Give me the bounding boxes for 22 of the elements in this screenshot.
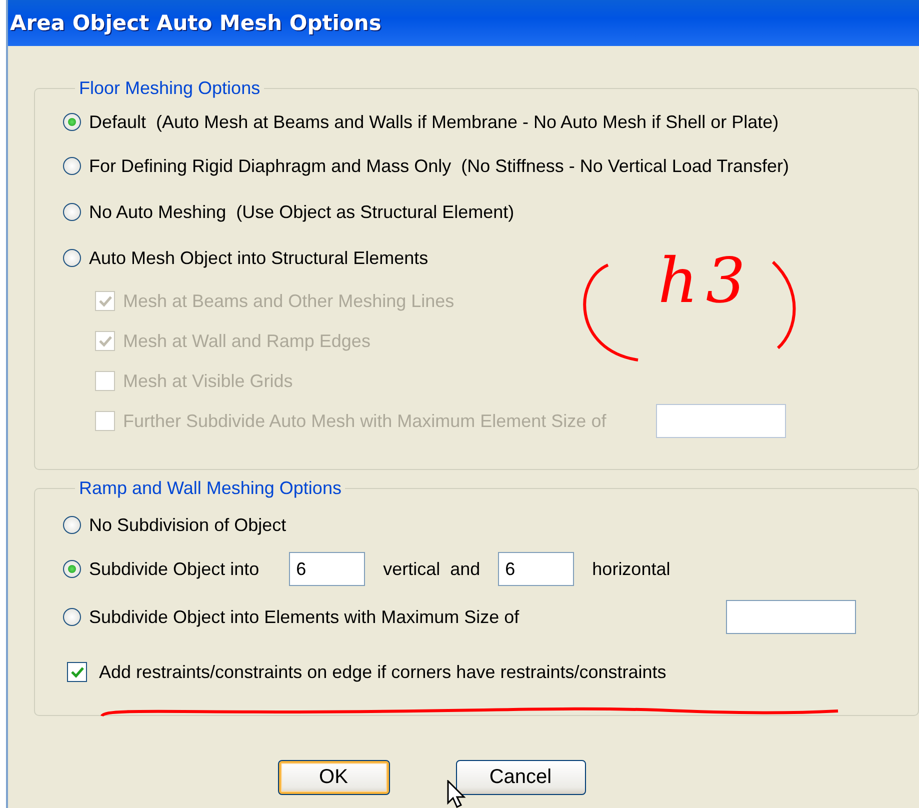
option-label: horizontal [592,558,670,580]
option-label: vertical and [383,558,480,580]
option-label: Mesh at Beams and Other Meshing Lines [123,290,454,312]
dialog-button[interactable]: Cancel [456,760,586,795]
count-input-field[interactable]: 6 [289,552,366,586]
group-title: Ramp and Wall Meshing Options [78,478,342,499]
dialog-button[interactable]: OK [278,760,390,795]
handwritten-note: h3 [658,244,754,317]
option-label: Subdivide Object into [89,558,260,580]
option-label: Mesh at Visible Grids [123,370,293,392]
option-label: Auto Mesh Object into Structural Elements [89,248,428,268]
group-title: Floor Meshing Options [78,78,262,99]
option-label: For Defining Rigid Diaphragm and Mass Only (No Stiffness - No Vertical Load Transfer) [89,156,789,176]
option-label: No Auto Meshing (Use Object as Structural Element) [89,202,514,222]
count-input-field[interactable]: 6 [498,552,574,586]
option-label: Mesh at Wall and Ramp Edges [123,330,370,352]
option-label: Subdivide Object into Elements with Maximum Size of [89,606,520,628]
option-label: Further Subdivide Auto Mesh with Maximum Element Size of [123,410,606,432]
option-label: No Subdivision of Object [89,514,286,536]
window-title: Area Object Auto Mesh Options [10,11,382,35]
option-label: Default (Auto Mesh at Beams and Walls if Membrane - No Auto Mesh if Shell or Plate) [89,112,779,132]
option-label: Add restraints/constraints on edge if corners have restraints/constraints [99,662,666,682]
